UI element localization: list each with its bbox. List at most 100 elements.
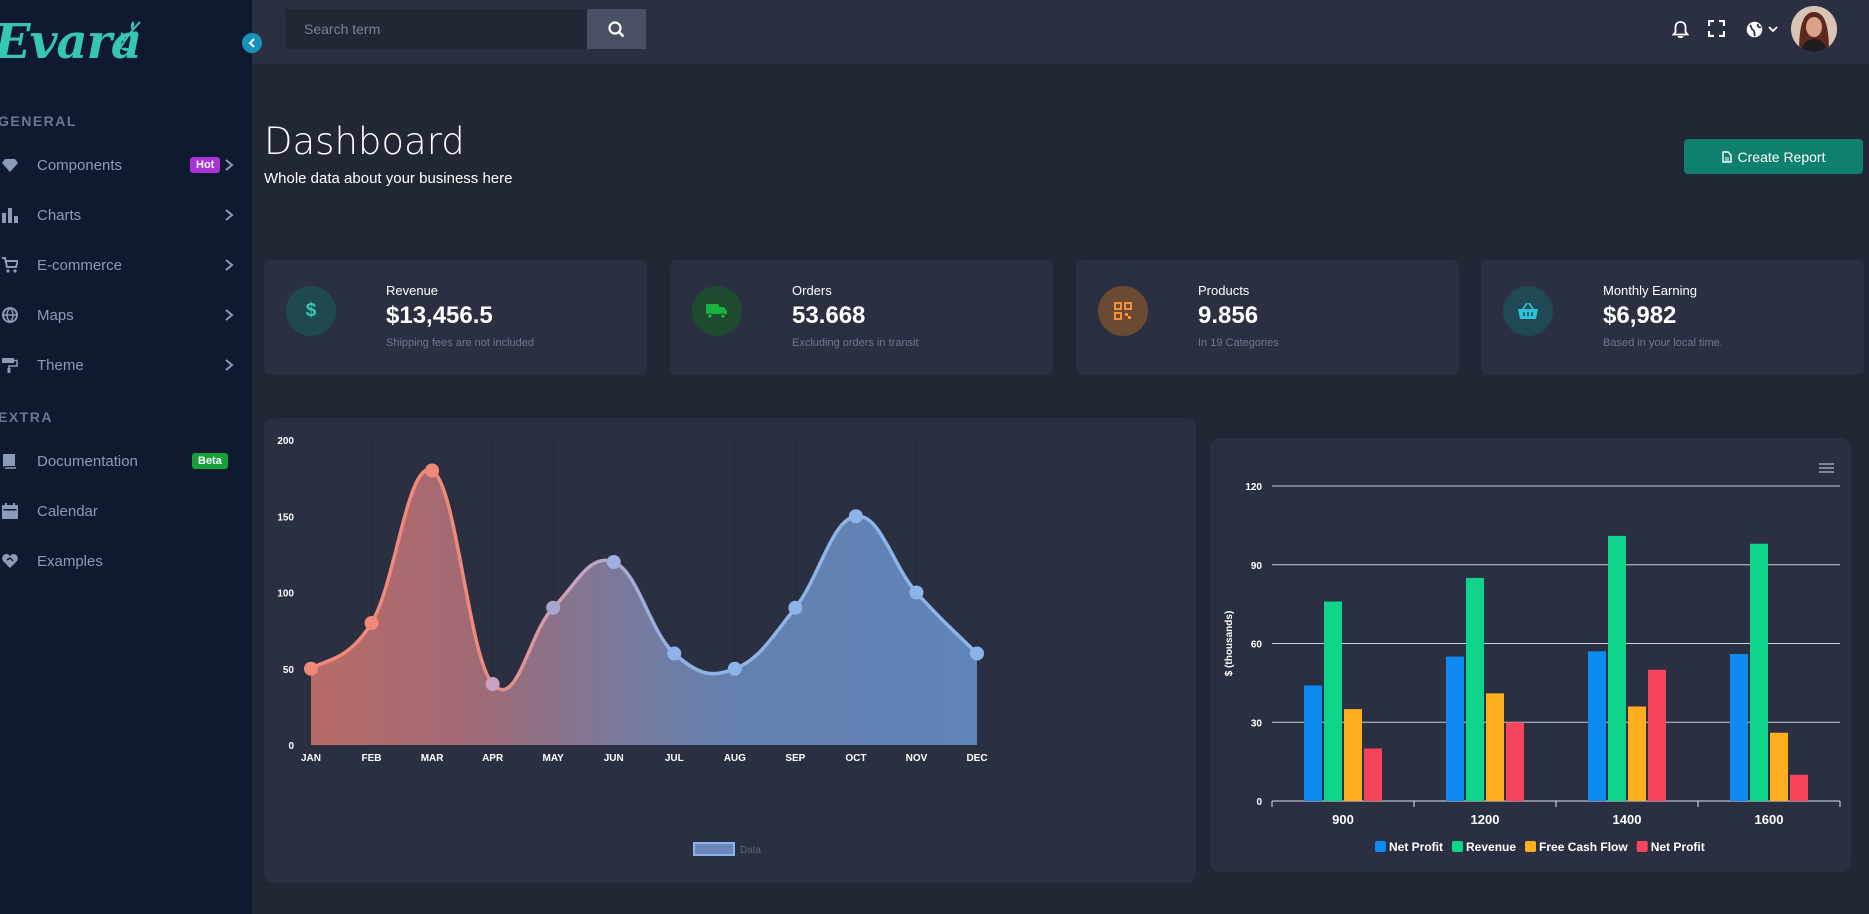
sidebar-item-label: Documentation [37,452,138,470]
x-tick-label: DEC [966,753,987,764]
bar-chart: 0306090120$ (thousands) 900 1200 1400 1600 … [1224,463,1841,854]
y-tick-label: 50 [283,665,295,676]
stat-note: Shipping fees are not included [386,337,534,349]
sidebar-item-components[interactable]: Components Hot [0,150,238,180]
sidebar-item-documentation[interactable]: Documentation Beta [0,446,238,476]
avatar[interactable] [1791,6,1837,52]
leaf-icon [115,21,141,57]
y-tick-label: 120 [1245,482,1262,493]
stat-card-orders: Orders 53.668 Excluding orders in transi… [670,260,1053,375]
calendar-icon [2,503,18,519]
y-axis-label: $ (thousands) [1224,611,1235,677]
bar [1648,669,1666,801]
area-chart-card: 0 50 100 150 200 JAN FEB MAR APR MAY JUN JUL AUG SEP… [264,418,1196,883]
bell-icon[interactable] [1672,20,1689,39]
sidebar-item-label: Calendar [37,502,98,520]
y-tick-label: 90 [1251,561,1263,572]
stat-note: Based in your local time. [1603,337,1723,349]
globe-icon[interactable] [1746,21,1763,38]
truck-icon [706,304,727,319]
x-tick-label: NOV [906,753,928,764]
bar [1344,709,1362,801]
stat-value: $13,456.5 [386,302,493,329]
chevron-right-icon [225,259,234,271]
sidebar-item-maps[interactable]: Maps [0,300,238,330]
stat-icon-circle: $ [286,286,336,336]
cart-icon [2,257,18,273]
y-tick-label: 150 [277,512,294,523]
qrcode-icon [1114,302,1132,320]
sidebar-item-label: Charts [37,206,82,224]
y-tick-label: 200 [277,436,294,447]
section-general: GENERAL [0,113,77,129]
globe-icon [2,307,18,323]
sidebar-item-label: Examples [37,552,103,570]
create-report-label: Create Report [1737,148,1826,165]
chevron-right-icon [225,159,234,171]
bar [1364,748,1382,801]
hamburger-menu-icon[interactable] [1819,463,1834,473]
page-title: Dashboard [264,120,465,163]
bar [1790,774,1808,801]
stat-icon-circle [1098,286,1148,336]
sidebar-item-theme[interactable]: Theme [0,350,238,380]
data-point [304,661,318,676]
bar [1304,685,1322,801]
search-input[interactable] [286,9,587,49]
bar [1770,732,1788,801]
legend-swatch [1452,841,1463,852]
section-extra: EXTRA [0,409,53,425]
area-chart: 0 50 100 150 200 JAN FEB MAR APR MAY JUN JUL AUG SEP… [277,434,988,856]
chevron-down-icon[interactable] [1768,26,1778,33]
beta-badge: Beta [192,453,228,469]
search-icon [608,20,625,37]
data-point [485,677,500,691]
x-tick-label: 1600 [1755,812,1784,827]
sidebar-item-ecommerce[interactable]: E-commerce [0,250,238,280]
stat-value: 53.668 [792,302,866,329]
bar [1324,601,1342,801]
bar [1486,693,1504,801]
legend-label: Data [740,845,762,856]
stat-label: Orders [792,283,832,298]
create-report-button[interactable]: Create Report [1684,139,1863,174]
file-icon [1721,150,1732,163]
y-tick-label: 0 [1256,797,1262,808]
stat-label: Monthly Earning [1603,283,1697,298]
bar [1628,706,1646,801]
sidebar-item-charts[interactable]: Charts [0,200,238,230]
fullscreen-icon[interactable] [1708,20,1725,37]
x-tick-label: MAR [421,753,445,764]
data-point [909,585,924,600]
legend-label: Net Profit [1389,840,1443,854]
data-point [727,661,742,676]
x-tick-label: JUL [665,753,684,764]
legend-label: Revenue [1466,840,1516,854]
data-point [546,600,561,615]
stat-note: In 19 Categories [1198,337,1279,349]
sidebar-item-calendar[interactable]: Calendar [0,496,238,526]
stat-card-revenue: $ Revenue $13,456.5 Shipping fees are no… [264,260,647,375]
y-tick-label: 30 [1251,718,1263,729]
x-tick-label: APR [482,753,504,764]
bar [1466,577,1484,801]
search-button[interactable] [587,9,646,49]
basket-icon [1518,302,1538,319]
chevron-right-icon [225,359,234,371]
sidebar-collapse-button[interactable] [242,33,262,53]
sidebar-item-examples[interactable]: Examples [0,546,238,576]
paint-roller-icon [2,358,18,373]
x-tick-label: JAN [301,753,321,764]
bar-chart-icon [2,208,18,223]
bar [1588,651,1606,801]
x-tick-label: SEP [785,753,805,764]
legend-label: Free Cash Flow [1539,840,1628,854]
bar [1750,543,1768,801]
x-tick-label: MAY [543,753,565,764]
legend-swatch [693,842,735,856]
stat-label: Revenue [386,283,439,298]
y-tick-label: 0 [288,741,294,752]
stat-note: Excluding orders in transit [792,337,919,349]
data-point [788,600,803,615]
legend-label: Net Profit [1651,840,1705,854]
